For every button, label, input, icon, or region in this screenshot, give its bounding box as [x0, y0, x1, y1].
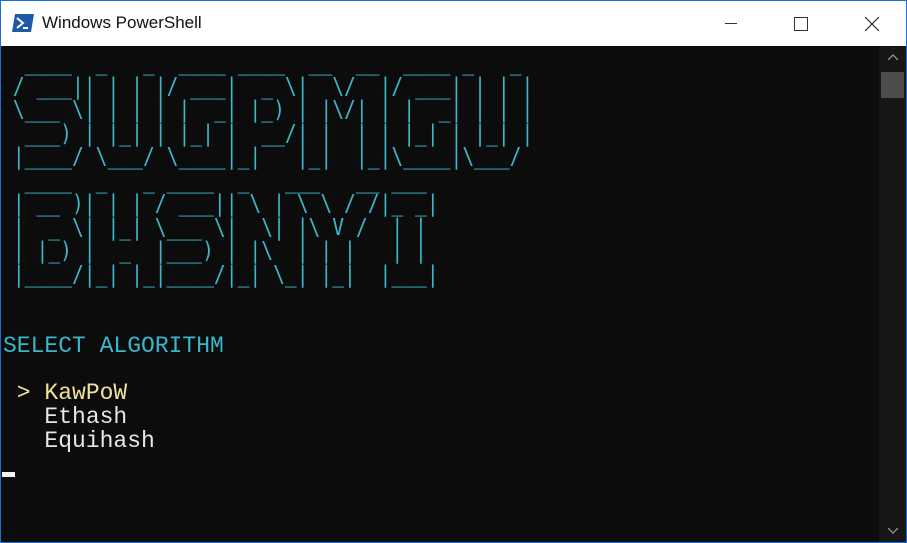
scroll-down-arrow-icon[interactable]	[879, 524, 906, 538]
selection-pointer: >	[3, 380, 45, 406]
option-label: Equihash	[44, 428, 155, 454]
minimize-button[interactable]	[708, 1, 754, 46]
option-label: Ethash	[44, 404, 128, 430]
powershell-window: Windows PowerShell ____ _ _ ____ ____ __…	[0, 0, 907, 543]
console-area[interactable]: ____ _ _ ____ ____ __ __ ____ _ _ / ___|…	[1, 46, 879, 542]
window-title: Windows PowerShell	[42, 13, 202, 32]
algorithm-option-equihash[interactable]: Equihash	[3, 428, 155, 454]
vertical-scrollbar[interactable]	[879, 46, 906, 542]
algorithm-option-ethash[interactable]: Ethash	[3, 405, 127, 429]
scroll-up-arrow-icon[interactable]	[879, 50, 906, 64]
close-icon	[865, 16, 879, 31]
select-algorithm-heading: SELECT ALGORITHM	[3, 333, 224, 359]
maximize-button[interactable]	[778, 1, 824, 46]
close-button[interactable]	[849, 1, 895, 46]
powershell-icon[interactable]	[12, 13, 34, 33]
title-bar[interactable]: Windows PowerShell	[1, 1, 906, 46]
ascii-banner: ____ _ _ ____ ____ __ __ ____ _ _ / ___|…	[12, 48, 534, 288]
option-indent	[3, 428, 44, 454]
minimize-icon	[725, 22, 737, 25]
option-indent	[3, 404, 44, 430]
text-cursor	[2, 472, 15, 477]
option-label: KawPoW	[44, 380, 128, 406]
maximize-icon	[794, 16, 808, 31]
algorithm-option-kawpow[interactable]: > KawPoW	[3, 381, 127, 405]
scroll-thumb[interactable]	[881, 72, 904, 98]
